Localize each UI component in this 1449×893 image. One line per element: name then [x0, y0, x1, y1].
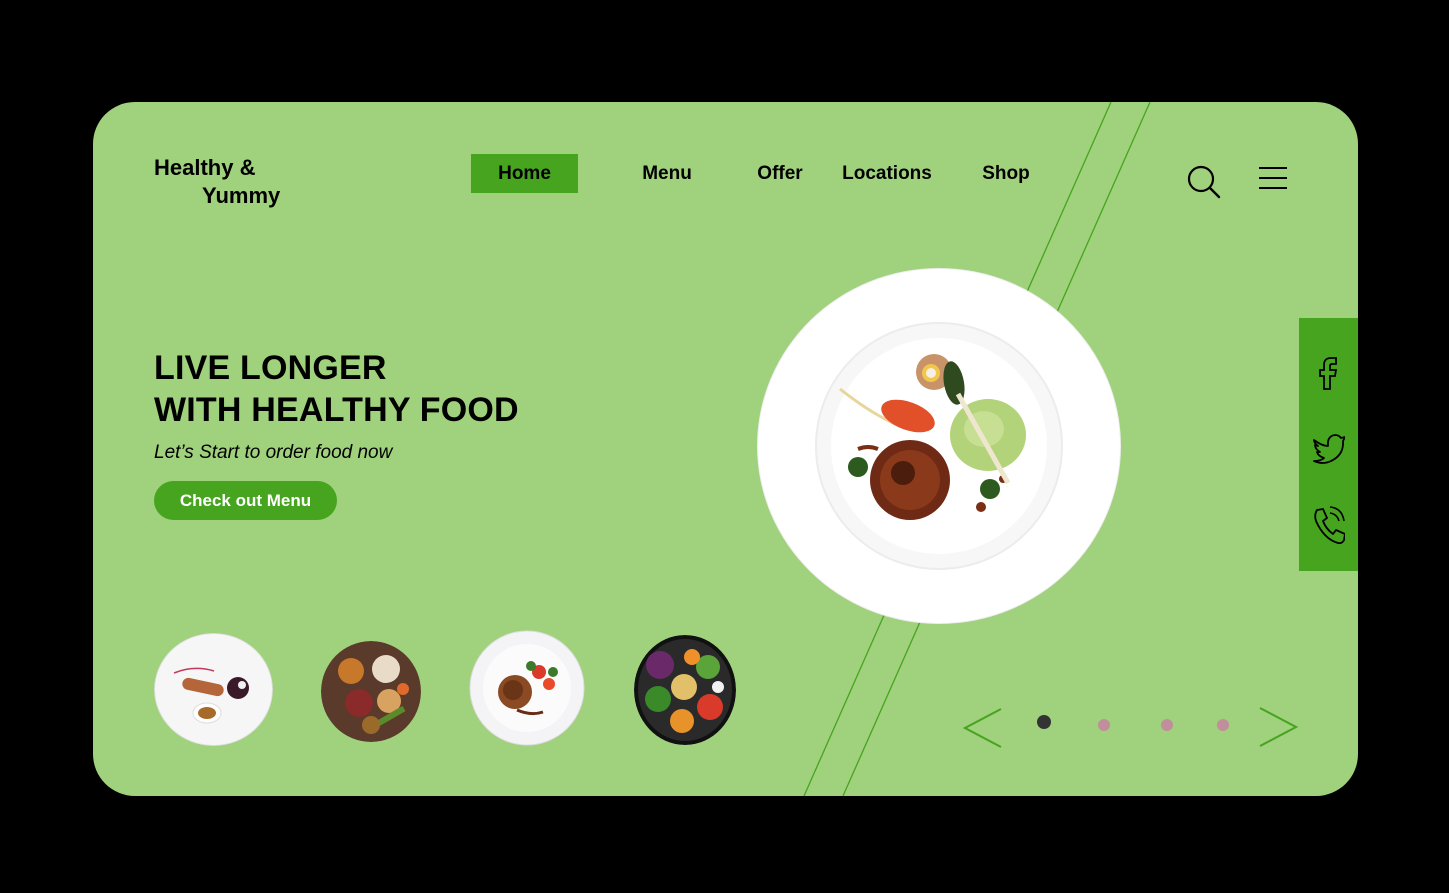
- nav-offer[interactable]: Offer: [747, 154, 813, 193]
- hero-subtitle: Let’s Start to order food now: [154, 442, 393, 463]
- hero-card: Healthy & Yummy Home Menu Offer Location…: [93, 102, 1358, 796]
- brand-line-2: Yummy: [202, 183, 281, 208]
- nav-shop[interactable]: Shop: [972, 154, 1040, 193]
- brand-line-1: Healthy &: [154, 155, 256, 180]
- nav-home[interactable]: Home: [471, 154, 578, 193]
- menu-icon[interactable]: [1257, 164, 1289, 192]
- carousel-dot-1[interactable]: [1037, 715, 1051, 729]
- facebook-icon[interactable]: [1311, 352, 1345, 392]
- thumbnail-dish-3[interactable]: [469, 630, 585, 746]
- thumbnail-dish-2[interactable]: [321, 641, 421, 742]
- carousel-prev-arrow-icon[interactable]: [962, 707, 1003, 749]
- carousel-dot-4[interactable]: [1217, 719, 1229, 731]
- search-icon[interactable]: [1186, 164, 1222, 200]
- twitter-icon[interactable]: [1311, 428, 1346, 468]
- headline-line-1: LIVE LONGER: [154, 349, 387, 387]
- headline-line-2: WITH HEALTHY FOOD: [154, 391, 519, 429]
- carousel-dot-2[interactable]: [1098, 719, 1110, 731]
- check-out-menu-button[interactable]: Check out Menu: [154, 481, 337, 520]
- hero-dish-image: [758, 269, 1120, 623]
- phone-icon[interactable]: [1311, 504, 1346, 545]
- social-sidebar: [1299, 318, 1358, 571]
- thumbnail-dish-4[interactable]: [634, 635, 736, 745]
- nav-locations[interactable]: Locations: [837, 154, 937, 193]
- nav-menu[interactable]: Menu: [622, 154, 712, 193]
- thumbnail-dish-1[interactable]: [154, 633, 273, 746]
- brand-logo[interactable]: Healthy & Yummy: [154, 154, 280, 210]
- hero-headline: LIVE LONGER WITH HEALTHY FOOD: [154, 347, 519, 431]
- carousel-next-arrow-icon[interactable]: [1258, 706, 1299, 748]
- carousel-dot-3[interactable]: [1161, 719, 1173, 731]
